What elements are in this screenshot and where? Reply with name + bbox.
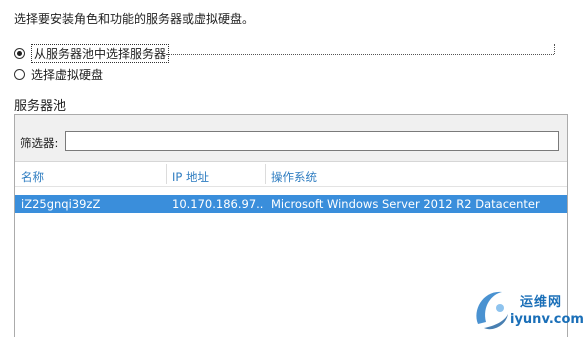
column-separator[interactable] <box>166 164 167 184</box>
column-header-os[interactable]: 操作系统 <box>271 169 317 185</box>
focus-rectangle <box>166 54 554 55</box>
radio-virtual-disk[interactable]: 选择虚拟硬盘 <box>14 66 103 83</box>
cell-ip: 10.170.186.97... <box>172 197 264 211</box>
column-header-name[interactable]: 名称 <box>21 169 44 185</box>
radio-label-server-pool: 从服务器池中选择服务器 <box>31 44 170 63</box>
column-header-ip[interactable]: IP 地址 <box>172 169 209 185</box>
filter-input[interactable] <box>65 131 559 151</box>
radio-server-pool[interactable]: 从服务器池中选择服务器 <box>14 44 170 63</box>
watermark-en-text: iyunv.com <box>510 312 583 327</box>
radio-button-checked[interactable] <box>14 48 25 59</box>
instruction-text: 选择要安装角色和功能的服务器或虚拟硬盘。 <box>14 12 255 26</box>
filter-label: 筛选器: <box>20 136 59 150</box>
watermark-logo: 运维网 iyunv.com <box>470 284 583 334</box>
column-separator[interactable] <box>265 164 266 184</box>
table-row[interactable]: iZ25gnqi39zZ 10.170.186.97... Microsoft … <box>15 195 567 213</box>
cell-os: Microsoft Windows Server 2012 R2 Datacen… <box>271 197 540 211</box>
focus-rectangle-end <box>554 44 555 54</box>
filter-bar: 筛选器: <box>15 115 567 162</box>
server-pool-heading: 服务器池 <box>14 99 67 114</box>
cell-name: iZ25gnqi39zZ <box>21 197 101 211</box>
header-divider <box>15 186 567 187</box>
watermark-cn-text: 运维网 <box>520 295 563 310</box>
radio-button-unchecked[interactable] <box>14 69 25 80</box>
radio-label-virtual-disk: 选择虚拟硬盘 <box>31 68 104 82</box>
